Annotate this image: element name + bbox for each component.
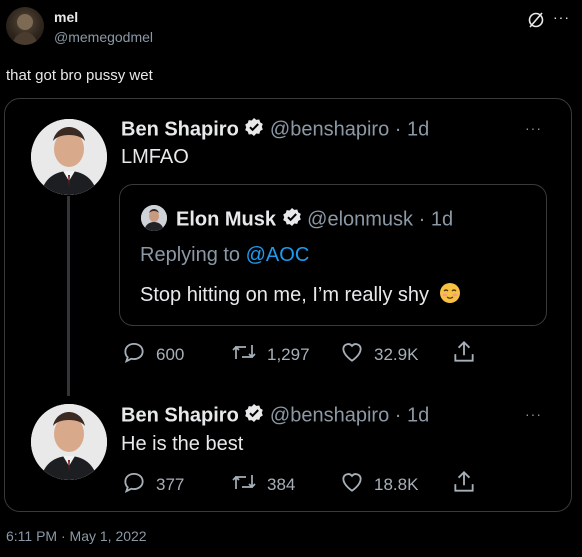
reply-tweet-more-icon[interactable]: ··· bbox=[525, 406, 542, 422]
elon-musk-avatar[interactable] bbox=[141, 205, 167, 231]
top-tweet-header: Ben Shapiro @benshapiro · 1d bbox=[121, 117, 429, 143]
verified-badge-icon bbox=[244, 403, 264, 429]
top-tweet-handle[interactable]: @benshapiro bbox=[270, 118, 389, 140]
quoted-tweet-handle[interactable]: @elonmusk bbox=[307, 208, 413, 230]
author-handle[interactable]: @memegodmel bbox=[54, 29, 153, 45]
replying-to-link[interactable]: @AOC bbox=[246, 244, 310, 266]
thread-connector-line bbox=[67, 196, 70, 396]
author-avatar[interactable] bbox=[6, 7, 44, 45]
reply-retweet-count: 384 bbox=[267, 474, 296, 494]
top-like-action[interactable]: 32.9K bbox=[339, 339, 418, 370]
reply-tweet-name[interactable]: Ben Shapiro bbox=[121, 404, 239, 426]
ben-shapiro-reply-avatar[interactable] bbox=[31, 404, 107, 480]
top-retweet-count: 1,297 bbox=[267, 344, 310, 364]
top-reply-action[interactable]: 600 bbox=[121, 339, 184, 370]
top-retweet-action[interactable]: 1,297 bbox=[230, 339, 310, 370]
top-tweet-name[interactable]: Ben Shapiro bbox=[121, 118, 239, 140]
smiling-emoji bbox=[439, 282, 461, 310]
reply-like-count: 18.8K bbox=[374, 474, 419, 494]
top-tweet-more-icon[interactable]: ··· bbox=[525, 120, 542, 136]
verified-badge-icon bbox=[244, 117, 264, 143]
tweet-text: that got bro pussy wet bbox=[6, 67, 153, 84]
verified-badge-icon bbox=[282, 207, 302, 233]
retweet-icon bbox=[230, 339, 258, 370]
share-icon[interactable] bbox=[451, 339, 477, 370]
retweet-icon bbox=[230, 469, 258, 500]
more-icon[interactable]: ··· bbox=[553, 9, 570, 25]
like-icon bbox=[339, 339, 365, 370]
reply-tweet-header: Ben Shapiro @benshapiro · 1d bbox=[121, 403, 429, 429]
top-like-count: 32.9K bbox=[374, 344, 419, 364]
no-reply-icon[interactable] bbox=[527, 11, 545, 34]
replying-to-label: Replying to bbox=[140, 244, 241, 266]
top-reply-count: 600 bbox=[156, 344, 185, 364]
share-icon[interactable] bbox=[451, 469, 477, 500]
quoted-tweet-text-line: Stop hitting on me, I’m really shy bbox=[140, 282, 461, 310]
post-timestamp[interactable]: 6:11 PM · May 1, 2022 bbox=[6, 528, 147, 544]
reply-tweet-handle[interactable]: @benshapiro bbox=[270, 404, 389, 426]
replying-to-line: Replying to @AOC bbox=[140, 244, 309, 267]
reply-icon bbox=[121, 469, 147, 500]
quoted-tweet-text: Stop hitting on me, I’m really shy bbox=[140, 284, 430, 306]
author-display-name[interactable]: mel bbox=[54, 9, 78, 25]
top-tweet-time[interactable]: · 1d bbox=[395, 118, 429, 140]
like-icon bbox=[339, 469, 365, 500]
reply-icon bbox=[121, 339, 147, 370]
top-tweet-text: LMFAO bbox=[121, 146, 189, 168]
reply-reply-action[interactable]: 377 bbox=[121, 469, 184, 500]
ben-shapiro-avatar[interactable] bbox=[31, 119, 107, 195]
reply-reply-count: 377 bbox=[156, 474, 185, 494]
reply-tweet-text: He is the best bbox=[121, 433, 244, 455]
reply-like-action[interactable]: 18.8K bbox=[339, 469, 418, 500]
reply-retweet-action[interactable]: 384 bbox=[230, 469, 295, 500]
reply-tweet-time[interactable]: · 1d bbox=[395, 404, 429, 426]
quoted-tweet-time[interactable]: · 1d bbox=[419, 208, 453, 230]
quoted-tweet-name[interactable]: Elon Musk bbox=[176, 208, 276, 230]
quoted-tweet-header: Elon Musk @elonmusk · 1d bbox=[176, 207, 453, 233]
